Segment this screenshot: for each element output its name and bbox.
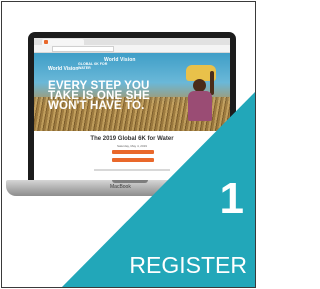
browser-tab-bar [34, 38, 230, 45]
register-button[interactable] [112, 150, 154, 154]
step-number: 1 [219, 174, 244, 223]
hero-headline: EVERY STEP YOU TAKE IS ONE SHE WON'T HAV… [48, 79, 150, 112]
dress [188, 91, 212, 121]
url-field [52, 46, 114, 52]
arm [210, 71, 214, 95]
card-frame: World Vision World Vision GLOBAL 6K FOR … [1, 1, 256, 288]
donate-button[interactable] [112, 158, 154, 162]
brand-logo-right: GLOBAL 6K FOR WATER [78, 62, 108, 70]
step-label[interactable]: REGISTER [129, 252, 247, 278]
hero-banner: World Vision World Vision GLOBAL 6K FOR … [34, 53, 230, 131]
site-logo: World Vision [104, 57, 136, 63]
page-footer [94, 169, 170, 171]
browser-address-bar [34, 45, 230, 53]
laptop-model-label: MacBook [110, 184, 131, 190]
laptop-hinge-notch [112, 180, 148, 183]
brand-logo-left: World Vision [48, 66, 79, 72]
girl-carrying-water-image [184, 65, 218, 131]
favicon-icon [44, 40, 48, 44]
event-title: The 2019 Global 6K for Water [90, 136, 174, 142]
